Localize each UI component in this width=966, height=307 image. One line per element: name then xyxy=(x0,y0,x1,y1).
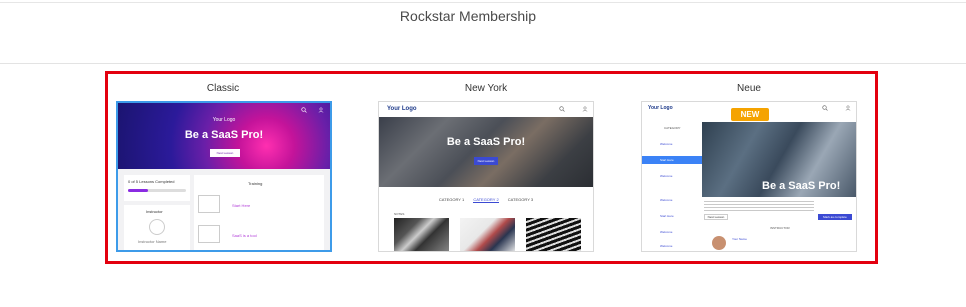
neue-sidebar-item: Welcome xyxy=(660,244,673,248)
classic-instructor-name: Instructor Name xyxy=(138,239,167,244)
classic-progress-bar xyxy=(128,189,186,192)
avatar xyxy=(712,236,726,250)
template-thumbnail-classic[interactable]: Your Logo Be a SaaS Pro! Next Lesson 0 o… xyxy=(116,101,332,252)
page-title: Rockstar Membership xyxy=(399,8,537,24)
classic-training-heading: Training xyxy=(248,181,263,186)
search-icon xyxy=(301,107,324,113)
new-york-tab: CATEGORY 1 xyxy=(438,197,465,202)
new-york-logo: Your Logo xyxy=(387,106,417,112)
new-york-header: Your Logo xyxy=(379,102,593,117)
new-york-course-image xyxy=(394,218,449,251)
search-icon xyxy=(559,106,588,112)
neue-hero-title: Be a SaaS Pro! xyxy=(762,180,841,192)
new-york-course-image xyxy=(460,218,515,251)
classic-hero-title: Be a SaaS Pro! xyxy=(184,129,264,141)
template-thumbnail-neue[interactable]: Your Logo NEW CATEGORY Welcome Start Her… xyxy=(641,101,857,252)
neue-instructor-heading: INSTRUCTOR xyxy=(770,226,790,230)
classic-lesson-link: SaaS is a tool xyxy=(232,233,257,238)
new-york-next-button: Next Lesson xyxy=(474,157,498,165)
template-thumbnail-new-york[interactable]: Your Logo Be a SaaS Pro! Next Lesson CAT… xyxy=(378,101,594,252)
classic-progress-card: 0 of 5 Lessons Completed xyxy=(124,175,190,201)
neue-instructor-name: Your Name xyxy=(732,237,747,241)
header-divider xyxy=(0,63,966,64)
image-placeholder-icon xyxy=(198,195,220,213)
new-york-tab: CATEGORY 3 xyxy=(507,197,534,202)
neue-next-button: Next Lesson xyxy=(704,214,728,220)
search-icon xyxy=(822,105,851,111)
new-york-hero-title: Be a SaaS Pro! xyxy=(446,136,526,148)
classic-training-card: Training Start Here SaaS is a tool xyxy=(194,175,324,250)
classic-lesson-link: Start Here xyxy=(232,203,251,208)
new-york-section-label: NOTES xyxy=(394,212,405,216)
page: Rockstar Membership Classic New York Neu… xyxy=(0,0,966,307)
neue-sidebar-heading: CATEGORY xyxy=(664,126,681,130)
classic-body: 0 of 5 Lessons Completed Instructor Inst… xyxy=(118,169,330,250)
classic-next-button: Next Lesson xyxy=(210,149,240,157)
classic-instructor-card: Instructor Instructor Name xyxy=(124,205,190,250)
template-name-classic: Classic xyxy=(206,83,240,94)
neue-sidebar-item: Welcome xyxy=(660,174,673,178)
neue-sidebar-item: Start Here xyxy=(660,214,674,218)
classic-instructor-heading: Instructor xyxy=(146,209,163,214)
top-border xyxy=(0,2,966,3)
neue-complete-button: Mark as complete xyxy=(818,214,852,220)
new-badge: NEW xyxy=(731,108,769,121)
image-placeholder-icon xyxy=(198,225,220,243)
new-york-tab-active: CATEGORY 2 xyxy=(473,197,499,203)
neue-sidebar: CATEGORY Welcome Start Here Welcome Welc… xyxy=(642,122,702,251)
neue-sidebar-item: Welcome xyxy=(660,142,673,146)
classic-nav xyxy=(301,107,325,115)
neue-sidebar-item: Welcome xyxy=(660,198,673,202)
neue-logo: Your Logo xyxy=(648,105,673,111)
neue-sidebar-item-active: Start Here xyxy=(642,156,702,164)
new-york-hero xyxy=(379,117,593,187)
new-york-tabs: CATEGORY 1 CATEGORY 2 CATEGORY 3 xyxy=(379,197,593,203)
template-name-neue: Neue xyxy=(737,83,761,94)
template-name-new-york: New York xyxy=(464,83,508,94)
classic-logo: Your Logo xyxy=(212,117,236,123)
classic-progress-text: 0 of 5 Lessons Completed xyxy=(128,179,175,184)
avatar-icon xyxy=(149,219,165,235)
classic-progress-fill xyxy=(128,189,149,192)
new-york-course-image xyxy=(526,218,581,251)
neue-sidebar-item: Welcome xyxy=(660,230,673,234)
neue-body-text xyxy=(704,201,814,211)
